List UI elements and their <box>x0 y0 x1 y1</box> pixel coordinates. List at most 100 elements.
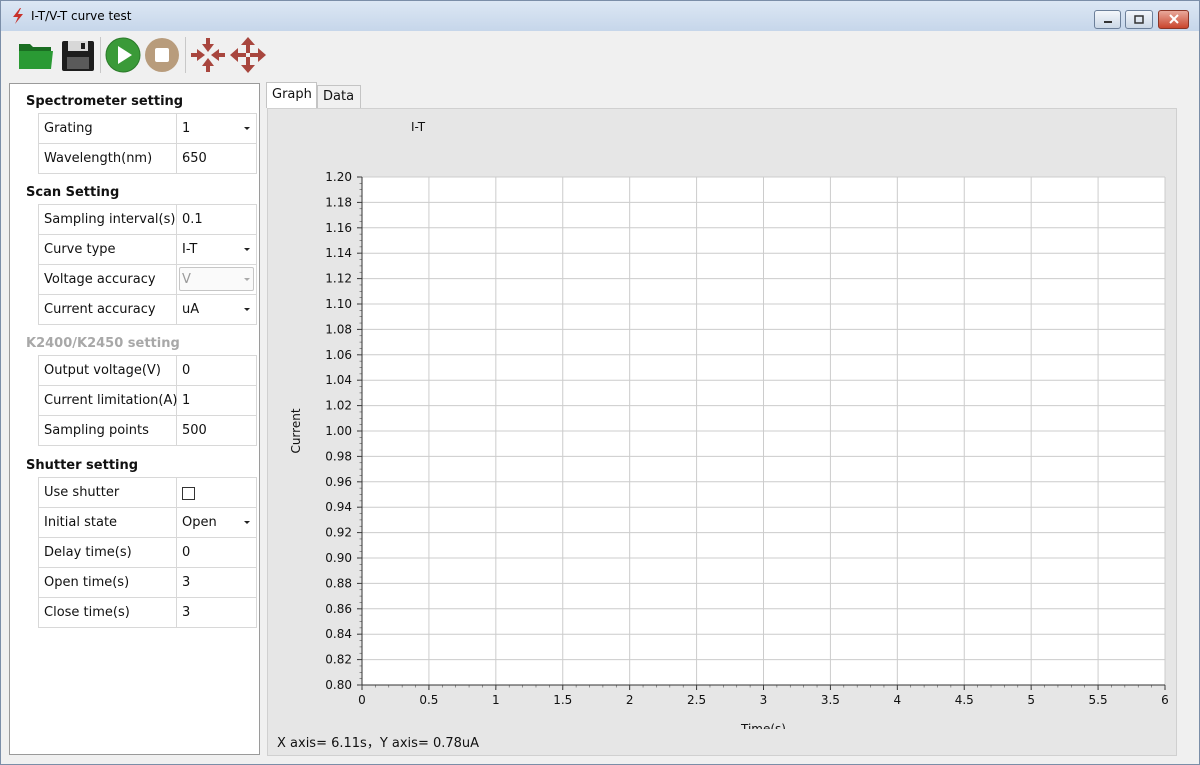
y-tick-label: 1.12 <box>325 272 352 286</box>
shutter-settings-table: Use shutter Initial state Open Delay time(s… <box>38 477 257 628</box>
x-axis-label: Time(s) <box>740 722 786 729</box>
setting-row-wavelength-nm: Wavelength(nm) 650 <box>38 144 257 174</box>
grating-dropdown[interactable]: 1 <box>177 114 257 143</box>
setting-value: 3 <box>182 605 191 620</box>
k2400-section-title: K2400/K2450 setting <box>26 336 180 351</box>
curve-type-dropdown[interactable]: I-T <box>177 235 257 264</box>
y-tick-label: 0.92 <box>325 526 352 540</box>
window-title: I-T/V-T curve test <box>31 9 132 23</box>
setting-value: uA <box>182 302 200 317</box>
voltage-accuracy-dropdown: V <box>177 265 257 294</box>
setting-row-grating: Grating 1 <box>38 114 257 144</box>
delay-time-s-input[interactable]: 0 <box>177 538 257 567</box>
chevron-down-icon <box>244 248 250 251</box>
setting-label: Current accuracy <box>38 295 177 324</box>
setting-label: Delay time(s) <box>38 538 177 567</box>
zoom-out-button[interactable] <box>229 36 267 74</box>
x-tick-label: 1.5 <box>553 693 572 707</box>
setting-row-sampling-points: Sampling points 500 <box>38 416 257 446</box>
k2400-settings-table: Output voltage(V) 0 Current limitation(A) 1… <box>38 355 257 446</box>
x-tick-label: 4.5 <box>955 693 974 707</box>
stop-button[interactable] <box>143 36 181 74</box>
cursor-readout: X axis= 6.11s，Y axis= 0.78uA <box>277 736 480 751</box>
y-tick-label: 0.80 <box>325 678 352 692</box>
setting-label: Sampling points <box>38 416 177 445</box>
folder-open-icon <box>19 44 53 69</box>
y-axis-label: Current <box>289 408 303 453</box>
y-tick-label: 0.96 <box>325 475 352 489</box>
open-folder-button[interactable] <box>17 36 55 74</box>
minimize-icon <box>1103 21 1112 23</box>
shutter-section-title: Shutter setting <box>26 458 139 473</box>
spectrometer-settings-table: Grating 1 Wavelength(nm) 650 <box>38 113 257 174</box>
open-time-s-input[interactable]: 3 <box>177 568 257 597</box>
current-limitation-a-input[interactable]: 1 <box>177 386 257 415</box>
output-voltage-v-input[interactable]: 0 <box>177 356 257 385</box>
it-chart[interactable]: 0 0.5 1 1.5 2 2.5 3 3.5 4 4.5 5 5.5 6 1.20 1.18 1.16 1.1… <box>268 109 1178 729</box>
minimize-button[interactable] <box>1094 10 1121 29</box>
chart-title: I-T <box>411 120 426 134</box>
y-tick-label: 1.06 <box>325 348 352 362</box>
setting-row-close-time-s: Close time(s) 3 <box>38 598 257 628</box>
y-tick-label: 1.00 <box>325 424 352 438</box>
setting-row-output-voltage-v: Output voltage(V) 0 <box>38 356 257 386</box>
close-time-s-input[interactable]: 3 <box>177 598 257 627</box>
y-tick-label: 0.88 <box>325 576 352 590</box>
y-tick-label: 1.02 <box>325 399 352 413</box>
y-tick-label: 1.16 <box>325 221 352 235</box>
setting-value: 3 <box>182 575 191 590</box>
x-tick-label: 6 <box>1161 693 1169 707</box>
setting-row-current-limitation-a: Current limitation(A) 1 <box>38 386 257 416</box>
setting-row-curve-type: Curve type I-T <box>38 235 257 265</box>
maximize-button[interactable] <box>1125 10 1153 29</box>
setting-row-use-shutter: Use shutter <box>38 478 257 508</box>
chevron-down-icon <box>244 127 250 130</box>
stop-icon <box>145 38 179 72</box>
toolbar-separator <box>100 37 101 73</box>
app-logo-icon <box>13 8 23 24</box>
tab-graph[interactable]: Graph <box>266 82 317 108</box>
setting-label: Voltage accuracy <box>38 265 177 294</box>
y-tick-label: 1.20 <box>325 170 352 184</box>
y-tick-label: 0.86 <box>325 602 352 616</box>
use-shutter-checkbox[interactable] <box>177 478 257 507</box>
close-button[interactable] <box>1158 10 1189 29</box>
x-tick-label: 4 <box>894 693 902 707</box>
x-tick-label: 0.5 <box>419 693 438 707</box>
setting-value: I-T <box>182 242 198 257</box>
x-tick-label: 1 <box>492 693 500 707</box>
y-tick-label: 0.84 <box>325 627 352 641</box>
setting-value: 0 <box>182 363 191 378</box>
setting-label: Current limitation(A) <box>38 386 177 415</box>
setting-value: V <box>182 272 191 287</box>
chevron-down-icon <box>244 278 250 281</box>
setting-value: 500 <box>182 423 207 438</box>
setting-row-current-accuracy: Current accuracy uA <box>38 295 257 325</box>
graph-panel[interactable]: 0 0.5 1 1.5 2 2.5 3 3.5 4 4.5 5 5.5 6 1.20 1.18 1.16 1.1… <box>267 108 1177 756</box>
save-button[interactable] <box>59 36 97 74</box>
zoom-in-button[interactable] <box>189 36 227 74</box>
chevron-down-icon <box>244 521 250 524</box>
initial-state-dropdown[interactable]: Open <box>177 508 257 537</box>
maximize-icon <box>1134 15 1144 24</box>
floppy-disk-icon <box>62 41 94 71</box>
y-tick-label: 0.82 <box>325 653 352 667</box>
y-tick-label: 1.10 <box>325 297 352 311</box>
current-accuracy-dropdown[interactable]: uA <box>177 295 257 324</box>
x-tick-label: 2.5 <box>687 693 706 707</box>
start-button[interactable] <box>104 36 142 74</box>
app-window: I-T/V-T curve test Spectrometer setting … <box>0 0 1200 765</box>
checkbox-icon[interactable] <box>182 487 195 500</box>
y-tick-label: 1.18 <box>325 195 352 209</box>
title-bar[interactable]: I-T/V-T curve test <box>1 1 1199 31</box>
sampling-points-input[interactable]: 500 <box>177 416 257 445</box>
setting-row-sampling-interval-s: Sampling interval(s) 0.1 <box>38 205 257 235</box>
wavelength-nm-input[interactable]: 650 <box>177 144 257 173</box>
sampling-interval-s-input[interactable]: 0.1 <box>177 205 257 234</box>
x-tick-label: 3.5 <box>821 693 840 707</box>
x-tick-label: 0 <box>358 693 366 707</box>
scan-settings-table: Sampling interval(s) 0.1 Curve type I-T Volt… <box>38 204 257 325</box>
setting-value: 1 <box>182 393 191 408</box>
arrows-inward-icon <box>191 38 225 72</box>
tab-data[interactable]: Data <box>317 85 361 108</box>
